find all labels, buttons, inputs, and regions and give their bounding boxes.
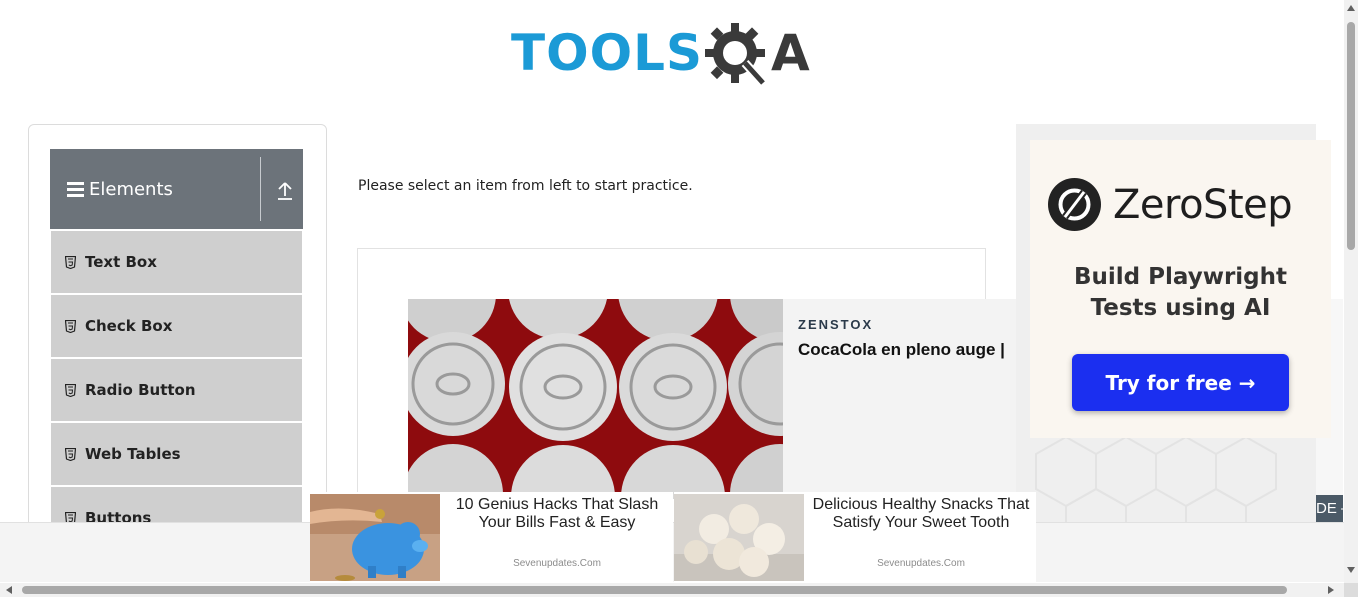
bottom-ad-1[interactable]: 10 Genius Hacks That Slash Your Bills Fa… (310, 492, 673, 582)
horizontal-scroll-thumb[interactable] (22, 586, 1287, 594)
elements-group-header[interactable]: Elements (50, 149, 303, 229)
bottom-ad-2-title[interactable]: Delicious Healthy Snacks That Satisfy Yo… (810, 496, 1032, 532)
zerostep-tagline: Build Playwright Tests using AI (1030, 262, 1331, 324)
snacks-thumbnail (674, 494, 804, 581)
page: TOOLS A Elements Text Box Check Box Radi… (0, 0, 1358, 597)
menu-icon (67, 179, 84, 200)
zerostep-logo-icon (1048, 178, 1101, 231)
bottom-ad-2-source: Sevenupdates.Com (877, 558, 965, 569)
gear-magnifier-icon (705, 23, 767, 87)
horizontal-scrollbar[interactable] (0, 583, 1344, 597)
scroll-right-arrow-icon[interactable] (1328, 586, 1334, 594)
collapse-upload-icon[interactable] (276, 181, 294, 201)
tagline-line-2: Tests using AI (1090, 295, 1271, 321)
logo-tools-text: TOOLS (511, 24, 703, 82)
scroll-down-arrow-icon[interactable] (1347, 567, 1355, 573)
bottom-ad-1-title[interactable]: 10 Genius Hacks That Slash Your Bills Fa… (446, 496, 668, 532)
html5-icon (65, 319, 76, 333)
sidebar-item-text-box[interactable]: Text Box (51, 231, 302, 293)
group-title: Elements (89, 178, 173, 200)
practice-hint: Please select an item from left to start… (358, 178, 693, 194)
sidebar-item-web-tables[interactable]: Web Tables (51, 423, 302, 485)
logo-a-text: A (771, 24, 810, 82)
zerostep-name: ZeroStep (1113, 182, 1293, 228)
scroll-up-arrow-icon[interactable] (1347, 5, 1355, 11)
tagline-line-1: Build Playwright (1074, 264, 1287, 290)
ad-cans-text-panel[interactable]: ZENSTOX CocaCola en pleno auge | (783, 299, 1017, 499)
sidebar-item-label: Web Tables (85, 445, 181, 463)
html5-icon (65, 447, 76, 461)
zerostep-ad[interactable]: ZeroStep Build Playwright Tests using AI… (1030, 140, 1331, 438)
sidebar-item-check-box[interactable]: Check Box (51, 295, 302, 357)
scrollbar-corner (1344, 583, 1358, 597)
vertical-scroll-thumb[interactable] (1347, 22, 1355, 250)
sidebar-item-radio-button[interactable]: Radio Button (51, 359, 302, 421)
toolsqa-logo[interactable]: TOOLS A (511, 14, 837, 92)
sidebar-item-label: Text Box (85, 253, 157, 271)
ad-headline[interactable]: CocaCola en pleno auge | (798, 340, 1005, 360)
sidebar-item-label: Check Box (85, 317, 173, 335)
bottom-ad-2[interactable]: Delicious Healthy Snacks That Satisfy Yo… (674, 492, 1036, 582)
piggy-bank-thumbnail (310, 494, 440, 581)
html5-icon (65, 255, 76, 269)
vertical-scrollbar[interactable] (1344, 0, 1358, 583)
try-for-free-button[interactable]: Try for free → (1072, 354, 1289, 411)
soda-cans-picture (408, 299, 783, 499)
ad-brand: ZENSTOX (798, 317, 874, 332)
html5-icon (65, 383, 76, 397)
scroll-left-arrow-icon[interactable] (6, 586, 12, 594)
bottom-ad-1-source: Sevenupdates.Com (513, 558, 601, 569)
side-tab[interactable]: DE – (1316, 495, 1343, 522)
sidebar-item-label: Radio Button (85, 381, 196, 399)
header-divider (260, 157, 261, 221)
ad-cans-image[interactable] (408, 299, 783, 499)
